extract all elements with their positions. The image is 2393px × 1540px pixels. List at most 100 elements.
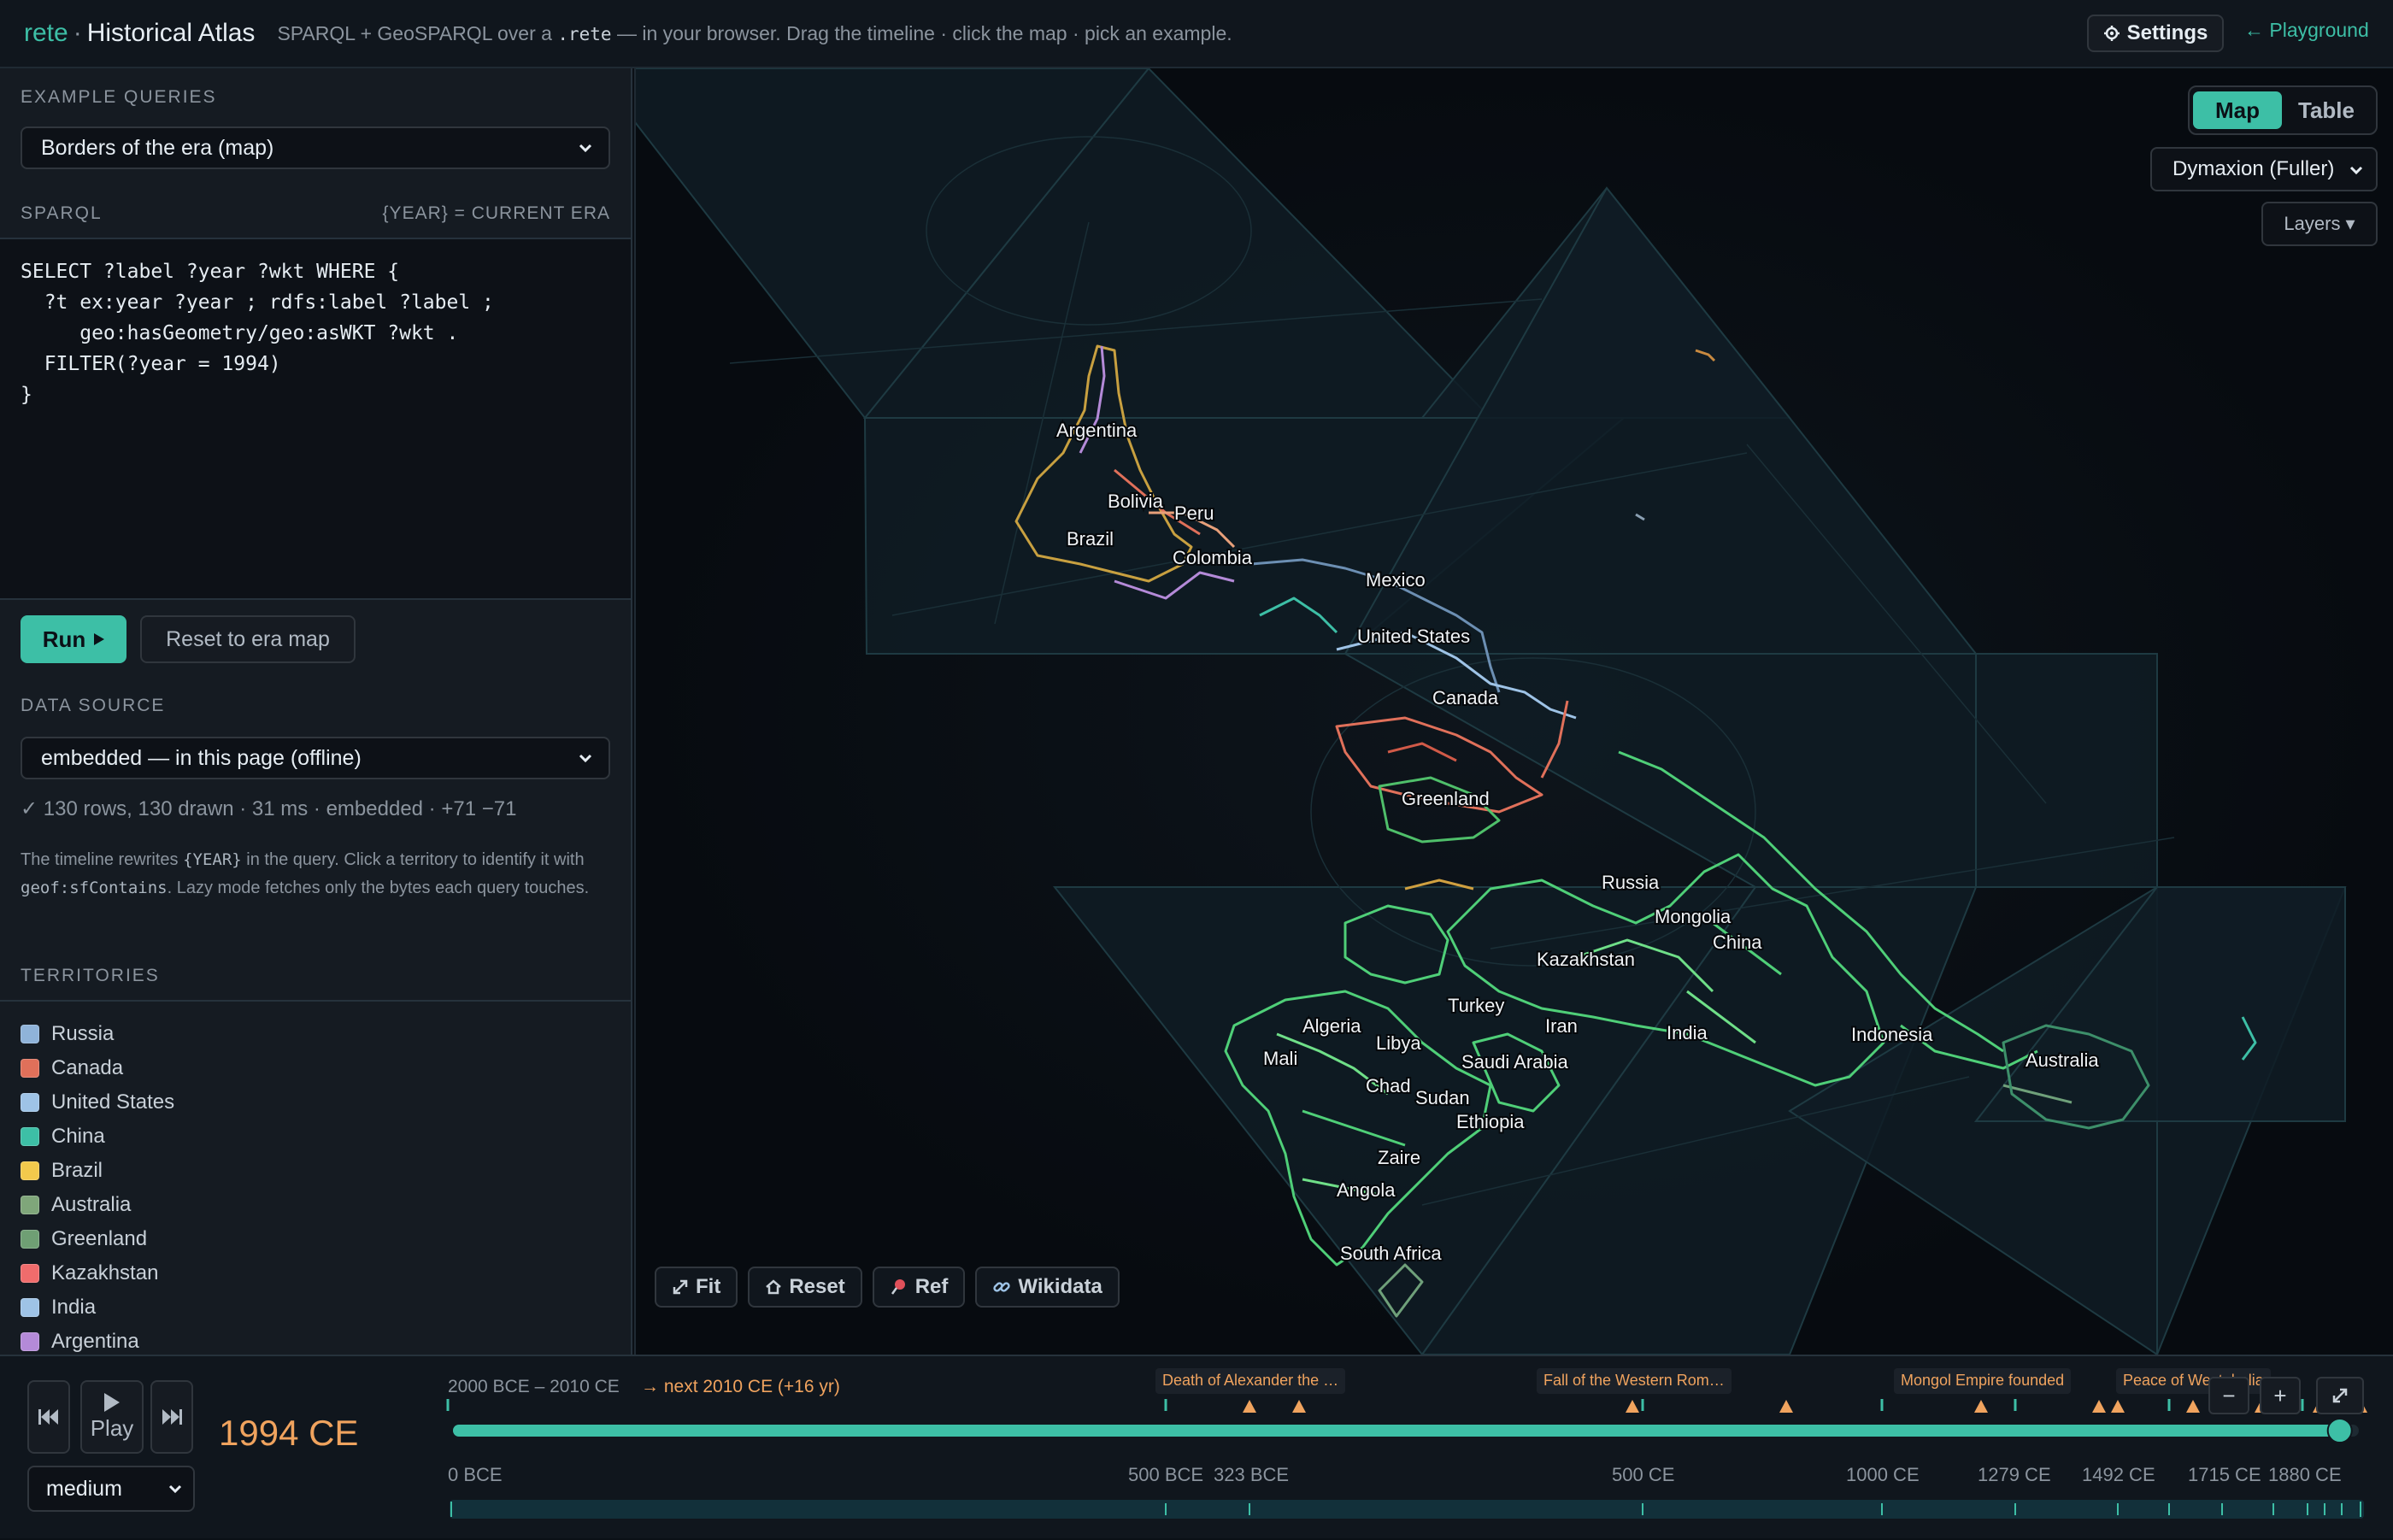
settings-button[interactable]: Settings [2087, 15, 2224, 52]
tab-map[interactable]: Map [2193, 91, 2282, 129]
territory-item[interactable]: Greenland [21, 1222, 174, 1256]
label-libya[interactable]: Libya [1374, 1031, 1423, 1055]
territory-label: Argentina [51, 1330, 139, 1353]
timeline-zoom-out-button[interactable]: − [2208, 1377, 2249, 1414]
tab-table[interactable]: Table [2282, 91, 2371, 129]
expand-arrows-icon [673, 1279, 688, 1295]
timeline-tick: 0 BCE [448, 1464, 503, 1485]
label-sudan[interactable]: Sudan [1414, 1085, 1472, 1110]
territory-swatch [21, 1332, 39, 1351]
timeline-overview[interactable] [450, 1500, 2364, 1519]
label-argentina[interactable]: Argentina [1055, 418, 1139, 443]
map-toolbar: Fit Reset Ref Wikidata [655, 1267, 1120, 1308]
territory-label: Greenland [51, 1227, 148, 1250]
view-toggle: Map Table [2188, 85, 2378, 135]
chevron-down-icon [579, 754, 592, 763]
projection-faces [636, 68, 2347, 1355]
sparql-label: SPARQL [21, 203, 103, 223]
label-algeria[interactable]: Algeria [1301, 1014, 1363, 1038]
playground-link[interactable]: ← Playground [2244, 19, 2369, 42]
layers-button[interactable]: Layers ▾ [2261, 202, 2378, 246]
territories-label: TERRITORIES [21, 966, 160, 985]
territory-swatch [21, 1230, 39, 1249]
wikidata-button[interactable]: Wikidata [975, 1267, 1120, 1308]
label-bolivia[interactable]: Bolivia [1106, 489, 1166, 514]
territory-label: Kazakhstan [51, 1261, 159, 1284]
territory-item[interactable]: Australia [21, 1188, 174, 1222]
chevron-down-icon [579, 144, 592, 153]
timeline-track[interactable] [0, 1356, 2393, 1540]
timeline-tick: 1000 CE [1846, 1464, 1920, 1485]
label-china[interactable]: China [1711, 930, 1764, 955]
label-south-africa[interactable]: South Africa [1338, 1241, 1443, 1266]
territory-swatch [21, 1196, 39, 1214]
pushpin-icon [891, 1279, 905, 1295]
label-kazakhstan[interactable]: Kazakhstan [1535, 947, 1637, 972]
timeline-tick: 323 BCE [1214, 1464, 1290, 1485]
sparql-year-hint: {YEAR} = CURRENT ERA [382, 203, 610, 223]
timeline-tick: 1715 CE [2188, 1464, 2261, 1485]
label-zaire[interactable]: Zaire [1376, 1145, 1422, 1170]
label-iran[interactable]: Iran [1543, 1014, 1579, 1038]
territory-label: Russia [51, 1022, 115, 1045]
fullscreen-icon [2332, 1388, 2348, 1403]
label-brazil[interactable]: Brazil [1065, 526, 1115, 551]
territory-item[interactable]: Argentina [21, 1325, 174, 1355]
territory-label: China [51, 1125, 105, 1148]
territory-item[interactable]: Brazil [21, 1154, 174, 1188]
reset-to-era-map-button[interactable]: Reset to era map [140, 615, 356, 663]
label-angola[interactable]: Angola [1335, 1178, 1397, 1202]
query-status: ✓ 130 rows, 130 drawn · 31 ms · embedded… [21, 797, 517, 820]
data-source-select[interactable]: embedded — in this page (offline) [21, 737, 610, 779]
dymaxion-map[interactable]: Argentina Bolivia Peru Brazil Colombia M… [636, 68, 2393, 1355]
territory-item[interactable]: Russia [21, 1017, 174, 1051]
label-australia[interactable]: Australia [2024, 1048, 2101, 1073]
label-saudi-arabia[interactable]: Saudi Arabia [1460, 1049, 1571, 1074]
fullscreen-button[interactable] [2316, 1377, 2364, 1414]
territory-swatch [21, 1127, 39, 1146]
sparql-editor[interactable]: SELECT ?label ?year ?wkt WHERE { ?t ex:y… [0, 238, 631, 600]
chevron-down-icon [2349, 166, 2363, 175]
label-india[interactable]: India [1665, 1020, 1709, 1045]
timeline: Play 1994 CE medium 2000 BCE – 2010 CE →… [0, 1355, 2393, 1538]
home-icon [766, 1279, 782, 1295]
data-source-label: DATA SOURCE [21, 696, 166, 715]
territory-swatch [21, 1059, 39, 1078]
reset-view-button[interactable]: Reset [748, 1267, 862, 1308]
map-view[interactable]: Argentina Bolivia Peru Brazil Colombia M… [634, 68, 2393, 1355]
label-ethiopia[interactable]: Ethiopia [1455, 1109, 1526, 1134]
timeline-zoom-in-button[interactable]: + [2260, 1377, 2301, 1414]
label-colombia[interactable]: Colombia [1171, 545, 1255, 570]
example-query-select[interactable]: Borders of the era (map) [21, 126, 610, 169]
territory-item[interactable]: India [21, 1290, 174, 1325]
timeline-tick: 1880 CE [2268, 1464, 2342, 1485]
territory-item[interactable]: China [21, 1120, 174, 1154]
label-peru[interactable]: Peru [1173, 501, 1215, 526]
label-canada[interactable]: Canada [1431, 685, 1501, 710]
timeline-tick: 1279 CE [1978, 1464, 2051, 1485]
timeline-slider-handle[interactable] [2326, 1418, 2353, 1443]
label-indonesia[interactable]: Indonesia [1849, 1022, 1935, 1047]
reference-pin-button[interactable]: Ref [872, 1267, 966, 1308]
run-button[interactable]: Run [21, 615, 126, 663]
fit-button[interactable]: Fit [655, 1267, 738, 1308]
event-markers [1243, 1400, 2367, 1413]
play-icon [94, 633, 105, 645]
label-chad[interactable]: Chad [1364, 1073, 1413, 1098]
label-mongolia[interactable]: Mongolia [1653, 904, 1733, 929]
label-mexico[interactable]: Mexico [1364, 567, 1427, 592]
gear-icon [2103, 26, 2120, 41]
territory-item[interactable]: United States [21, 1085, 174, 1120]
label-mali[interactable]: Mali [1261, 1046, 1299, 1071]
territory-item[interactable]: Canada [21, 1051, 174, 1085]
territory-swatch [21, 1093, 39, 1112]
projection-select[interactable]: Dymaxion (Fuller) [2150, 147, 2378, 191]
label-turkey[interactable]: Turkey [1446, 993, 1506, 1018]
label-russia[interactable]: Russia [1600, 870, 1661, 895]
sidebar: EXAMPLE QUERIES Borders of the era (map)… [0, 68, 632, 1355]
label-united-states[interactable]: United States [1355, 624, 1472, 649]
timeline-tick: 1492 CE [2082, 1464, 2155, 1485]
territory-item[interactable]: Kazakhstan [21, 1256, 174, 1290]
territory-list: Russia Canada United States China Brazil Aust… [21, 1017, 174, 1355]
label-greenland[interactable]: Greenland [1400, 786, 1491, 811]
